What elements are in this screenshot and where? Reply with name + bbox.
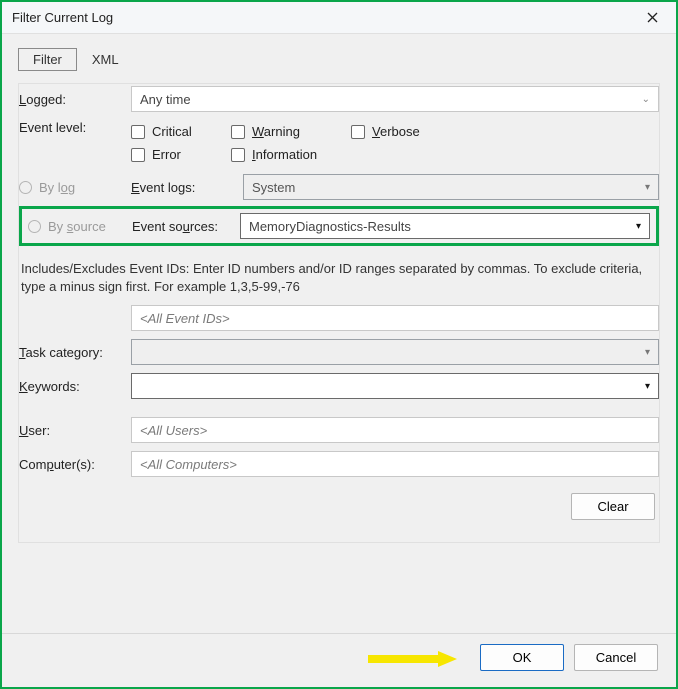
error-checkbox[interactable]: Error [131,143,231,166]
close-icon [647,12,658,23]
tab-strip: Filter XML [18,48,660,71]
event-sources-label: Event sources: [132,219,238,234]
user-input[interactable]: <All Users> [131,417,659,443]
tab-xml[interactable]: XML [77,48,134,71]
by-source-radio: By source [28,219,132,234]
filter-current-log-window: Filter Current Log Filter XML Logged: An… [0,0,678,689]
chevron-down-icon: ▾ [636,221,641,232]
warning-checkbox[interactable]: Warning [231,120,351,143]
critical-checkbox[interactable]: Critical [131,120,231,143]
event-sources-highlight: By source Event sources: MemoryDiagnosti… [19,206,659,246]
ok-button[interactable]: OK [480,644,564,671]
task-category-label: Task category: [19,345,131,360]
user-label: User: [19,423,131,438]
computers-input[interactable]: <All Computers> [131,451,659,477]
computers-label: Computer(s): [19,457,131,472]
chevron-down-icon: ⌄ [642,94,650,105]
close-button[interactable] [638,4,666,32]
event-sources-value: MemoryDiagnostics-Results [249,219,411,234]
logged-label: Logged: [19,92,131,107]
event-level-label: Event level: [19,120,131,135]
event-logs-label: Event logs: [131,180,241,195]
event-ids-help: Includes/Excludes Event IDs: Enter ID nu… [21,260,657,295]
logged-value: Any time [140,92,191,107]
clear-button[interactable]: Clear [571,493,655,520]
filter-panel: Logged: Any time ⌄ Event level: Critical… [18,83,660,543]
annotation-arrow [362,650,458,668]
window-title: Filter Current Log [12,10,113,25]
chevron-down-icon: ▾ [645,381,650,392]
radio-icon [19,181,32,194]
event-logs-combo: System ▾ [243,174,659,200]
tab-filter[interactable]: Filter [18,48,77,71]
dialog-content: Filter XML Logged: Any time ⌄ Event leve… [2,34,676,633]
verbose-checkbox[interactable]: Verbose [351,120,451,143]
event-sources-combo[interactable]: MemoryDiagnostics-Results ▾ [240,213,650,239]
dialog-footer: OK Cancel [2,633,676,687]
chevron-down-icon: ▾ [645,182,650,193]
event-logs-value: System [252,180,295,195]
titlebar: Filter Current Log [2,2,676,34]
radio-icon [28,220,41,233]
chevron-down-icon: ▾ [645,347,650,358]
logged-combo[interactable]: Any time ⌄ [131,86,659,112]
cancel-button[interactable]: Cancel [574,644,658,671]
keywords-combo[interactable]: ▾ [131,373,659,399]
information-checkbox[interactable]: Information [231,143,351,166]
keywords-label: Keywords: [19,379,131,394]
task-category-combo[interactable]: ▾ [131,339,659,365]
event-ids-input[interactable]: <All Event IDs> [131,305,659,331]
by-log-radio: By log [19,180,131,195]
